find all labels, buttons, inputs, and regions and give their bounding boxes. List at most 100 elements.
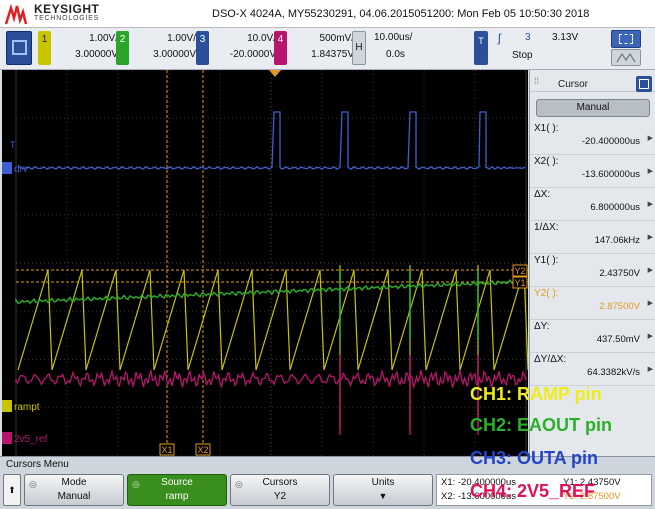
expand-arrow-icon: ▶ [647,366,653,373]
cursor-row[interactable]: Y2( ): 2.87500V ▶ [530,287,655,320]
side-panel-title: Cursor [558,79,589,90]
units-softkey[interactable]: Units ▼ [333,474,433,506]
cursor-x2-tag-text: X2 [198,445,209,455]
annotation-ch4: CH4: 2V5_REF [470,481,596,501]
waveform-graticule: drv rampt 2v5_ref T X1 X2 Y2 Y1 [2,70,528,456]
mode-softkey[interactable]: ◎ Mode Manual [24,474,124,506]
cursor-y1-tag-text: Y1 [515,278,526,288]
channel-4-scale: 500mV/ [319,33,354,44]
mode-softkey-value: Manual [57,491,91,502]
cursor-row[interactable]: X1( ): -20.400000us ▶ [530,122,655,155]
cursor-row-label: ΔX: [534,189,551,200]
cursor-row[interactable]: Y1( ): 2.43750V ▶ [530,254,655,287]
expand-arrow-icon: ▶ [647,300,653,307]
waveform-zoom-button[interactable] [611,49,641,66]
trigger-level-marker: T [10,140,16,150]
cursor-row[interactable]: 1/ΔX: 147.06kHz ▶ [530,221,655,254]
cursors-softkey-value: Y2 [273,491,287,502]
channel-4-marker [2,432,12,444]
zoom-box-icon [619,34,633,44]
cursor-row[interactable]: X2( ): -13.600000us ▶ [530,155,655,188]
channel-1-scale: 1.00V/ [89,33,118,44]
keysight-logo-icon [4,4,28,25]
annotation-ch1: CH1: RAMP pin [470,384,602,404]
cursor-row-value: -13.600000us [581,169,640,180]
channel-2-scale: 1.00V/ [167,33,196,44]
units-softkey-title: Units [371,477,395,488]
channel-3-waveform [19,111,526,171]
cursor-row-label: X1( ): [534,123,559,134]
expand-arrow-icon: ▶ [647,333,653,340]
channel-bar: 1 1.00V/ 3.00000V 2 1.00V/ 3.00000V 3 10… [0,28,655,70]
display-icon [12,40,27,55]
cursor-y2-tag-text: Y2 [515,266,526,276]
timebase-scale: 10.00us/ [374,32,413,43]
source-softkey-value: ramp [165,491,189,502]
cursor-row-label: ΔY: [534,321,550,332]
side-panel-header: ⁞⁞ Cursor [530,74,655,92]
channel-1-label: rampt [14,402,40,413]
cursor-row-value: 2.43750V [599,268,640,279]
acquisition-status: Stop [512,50,533,61]
side-panel-menu-button[interactable] [636,76,652,92]
cursor-row-value: 147.06kHz [594,235,640,246]
cursor-row-label: Y1( ): [534,255,559,266]
cursor-row-value: 64.3382kV/s [587,367,640,378]
cursor-row-label: ΔY/ΔX: [534,354,567,365]
menu-icon [639,79,649,89]
waveform-icon [616,52,636,63]
delay-marker-icon [269,70,281,77]
menu-title: Cursors Menu [6,459,69,470]
cursor-row-value: -20.400000us [581,136,640,147]
brand-name: KEYSIGHT [34,2,100,16]
channel-3-number: 3 [196,31,209,65]
horizontal-button[interactable]: H [352,31,366,65]
top-bar: KEYSIGHT TECHNOLOGIES DSO-X 4024A, MY552… [0,0,655,28]
expand-arrow-icon: ▶ [647,135,653,142]
channel-3-marker [2,162,12,174]
channel-2-offset: 3.00000V [153,49,196,60]
source-softkey[interactable]: ◎ Source ramp [127,474,227,506]
cursor-mode-button[interactable]: Manual [536,99,650,117]
chevron-down-icon: ▼ [378,491,388,501]
drag-handle-icon[interactable]: ⁞⁞ [534,76,539,86]
source-softkey-title: Source [161,477,193,488]
channel-1-marker [2,400,12,412]
channel-1-offset: 3.00000V [75,49,118,60]
instrument-info: DSO-X 4024A, MY55230291, 04.06.201505120… [212,8,590,20]
channel-annotations: CH1: RAMP pin CH2: EAOUT pin CH3: OUTA p… [470,382,655,509]
expand-arrow-icon: ▶ [647,168,653,175]
channel-4-number: 4 [274,31,287,65]
channel-4-label: 2v5_ref [14,434,48,445]
annotation-ch3: CH3: OUTA pin [470,448,598,468]
cursors-softkey[interactable]: ◎ Cursors Y2 [230,474,330,506]
expand-arrow-icon: ▶ [647,267,653,274]
channel-4-offset: 1.84375V [311,49,354,60]
trigger-button[interactable]: T [474,31,488,65]
mode-softkey-title: Mode [61,477,87,488]
trigger-slope-icon: ʃ [498,31,501,45]
cursor-row[interactable]: ΔX: 6.800000us ▶ [530,188,655,221]
brand-subtitle: TECHNOLOGIES [34,15,100,22]
cursor-row[interactable]: ΔY: 437.50mV ▶ [530,320,655,353]
cursor-row-label: Y2( ): [534,288,559,299]
cursor-row-value: 2.87500V [599,301,640,312]
zoom-button[interactable] [611,30,641,48]
annotation-ch2: CH2: EAOUT pin [470,415,612,435]
trigger-level: 3.13V [552,32,579,43]
run-control-button[interactable] [6,31,32,65]
cursor-row-value: 437.50mV [596,334,640,345]
expand-arrow-icon: ▶ [647,234,653,241]
channel-2-number: 2 [116,31,129,65]
channel-3-label: drv [14,164,28,175]
cursor-row-value: 6.800000us [590,202,640,213]
waveform-display[interactable]: drv rampt 2v5_ref T X1 X2 Y2 Y1 [2,70,528,456]
cursor-row-label: X2( ): [534,156,559,167]
channel-3-scale: 10.0V/ [247,33,276,44]
trigger-source: 3 [525,32,531,43]
timebase-delay: 0.0s [386,49,405,60]
home-button[interactable]: ⬆ [3,474,21,506]
expand-arrow-icon: ▶ [647,201,653,208]
channel-3-offset: -20.0000V [229,49,276,60]
channel-1-number: 1 [38,31,51,65]
